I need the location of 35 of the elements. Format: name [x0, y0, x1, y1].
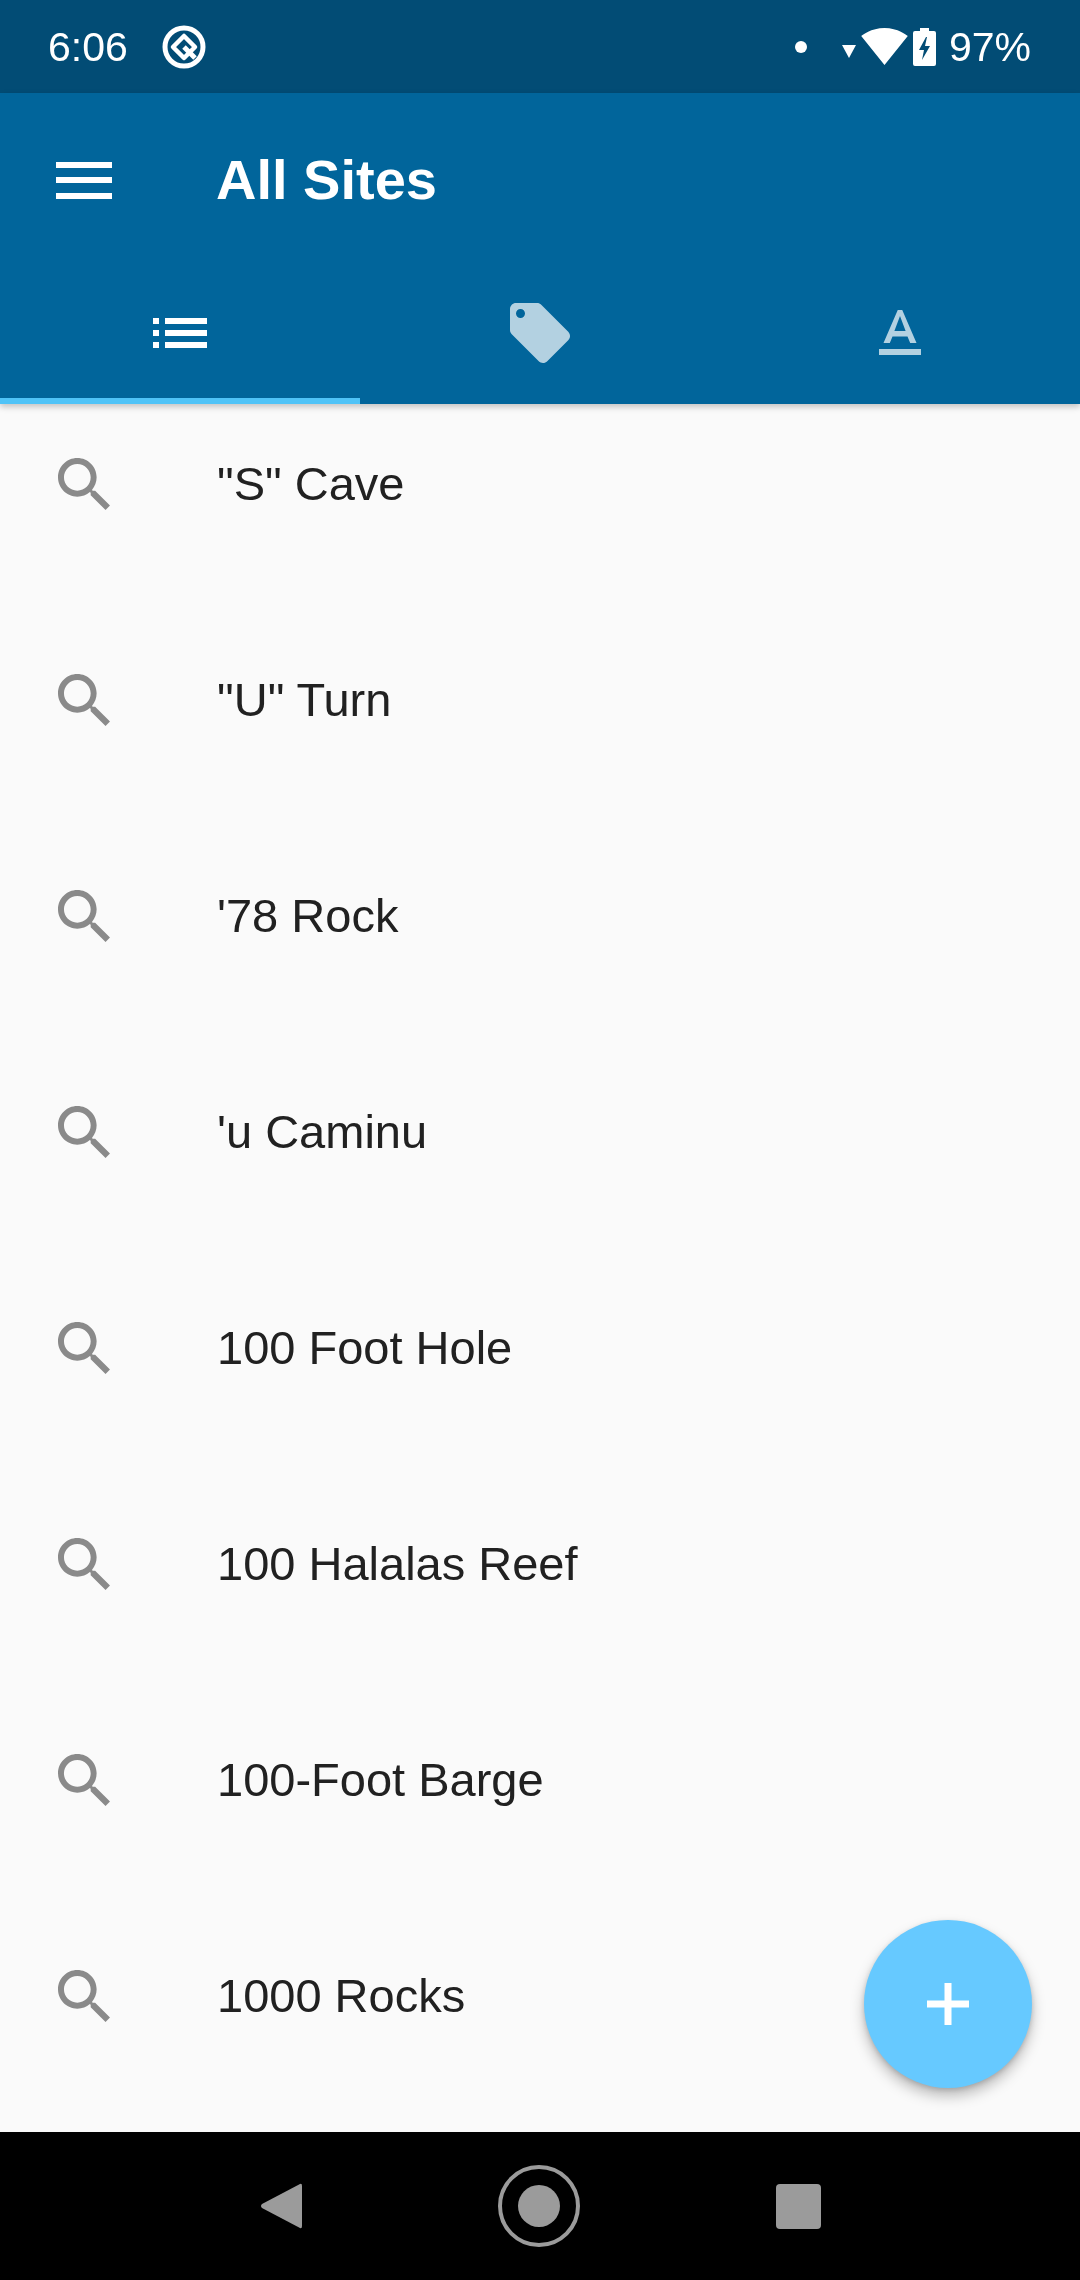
search-icon [58, 1538, 110, 1590]
site-name[interactable]: 100 Halalas Reef [217, 1536, 578, 1592]
battery-percentage: 97% [948, 22, 1031, 71]
app-bar-title: All Sites [216, 148, 437, 212]
back-button[interactable] [259, 2182, 302, 2230]
ring-logo-icon [161, 24, 206, 69]
search-icon [58, 890, 110, 942]
tag-icon [510, 302, 570, 363]
battery-charging-icon [912, 27, 936, 66]
dot-icon [794, 40, 807, 53]
recents-icon [775, 2183, 821, 2229]
site-name[interactable]: 100-Foot Barge [217, 1752, 544, 1808]
site-name[interactable]: "S" Cave [217, 456, 405, 512]
search-icon [58, 1106, 110, 1158]
home-icon [497, 2165, 580, 2247]
site-name[interactable]: 1000 Rocks [217, 1968, 466, 2024]
search-icon [58, 1322, 110, 1374]
site-name[interactable]: 'u Caminu [217, 1104, 428, 1160]
search-icon [58, 674, 110, 726]
home-button[interactable] [497, 2165, 580, 2247]
search-icon [58, 458, 110, 510]
list-icon [153, 317, 207, 348]
plus-icon [927, 1983, 969, 2025]
search-icon [58, 1754, 110, 1806]
site-name[interactable]: '78 Rock [217, 888, 399, 944]
status-time: 6:06 [48, 22, 128, 71]
menu-button[interactable] [56, 161, 112, 199]
recents-button[interactable] [775, 2183, 821, 2229]
search-icon [58, 1970, 110, 2022]
site-name[interactable]: "U" Turn [217, 672, 392, 728]
triangle-icon [841, 45, 856, 58]
wifi-icon [860, 28, 908, 65]
text-format-icon [879, 310, 921, 355]
back-icon [259, 2182, 302, 2230]
site-name[interactable]: 100 Foot Hole [217, 1320, 513, 1376]
